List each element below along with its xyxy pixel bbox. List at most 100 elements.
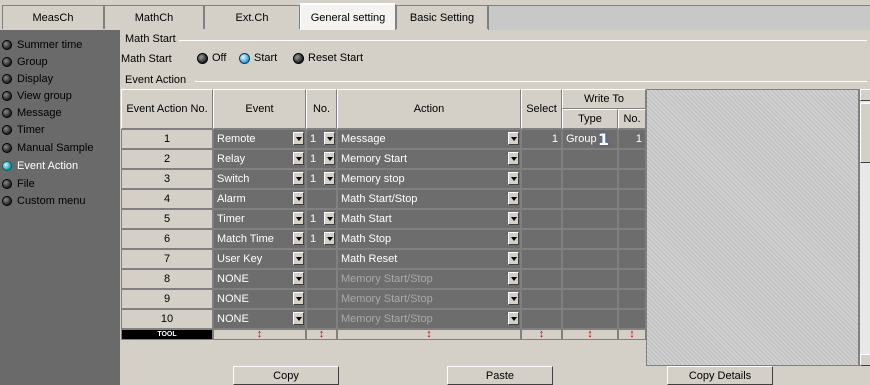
cell-num[interactable] bbox=[306, 289, 337, 309]
cell-type[interactable] bbox=[562, 249, 618, 269]
cell-event[interactable]: NONE bbox=[213, 289, 306, 309]
tab-basic-setting[interactable]: Basic Setting bbox=[396, 5, 488, 29]
cell-num[interactable] bbox=[306, 249, 337, 269]
sidebar-item-view-group[interactable]: View group bbox=[2, 88, 72, 104]
sidebar-item-file[interactable]: File bbox=[2, 176, 35, 192]
cell-num[interactable]: 1 bbox=[306, 169, 337, 189]
cell-type[interactable] bbox=[562, 309, 618, 329]
cell-wno[interactable] bbox=[618, 149, 646, 169]
cell-action[interactable]: Memory stop bbox=[337, 169, 521, 189]
dropdown-arrow-icon[interactable] bbox=[324, 232, 335, 245]
cell-event[interactable]: Remote bbox=[213, 129, 306, 149]
dropdown-arrow-icon[interactable] bbox=[324, 132, 335, 145]
cell-select[interactable] bbox=[521, 209, 562, 229]
tab-extch[interactable]: Ext.Ch bbox=[204, 5, 300, 29]
cell-action[interactable]: Math Start/Stop bbox=[337, 189, 521, 209]
tool-arrow-icon[interactable]: ↕ bbox=[306, 329, 337, 340]
scroll-thumb[interactable] bbox=[860, 103, 870, 163]
dropdown-arrow-icon[interactable] bbox=[293, 292, 304, 305]
cell-action[interactable]: Math Start bbox=[337, 209, 521, 229]
dropdown-arrow-icon[interactable] bbox=[324, 212, 335, 225]
cell-num[interactable]: 1 bbox=[306, 229, 337, 249]
cell-action[interactable]: Memory Start/Stop bbox=[337, 289, 521, 309]
dropdown-arrow-icon[interactable] bbox=[508, 172, 519, 185]
sidebar-item-group[interactable]: Group bbox=[2, 54, 48, 70]
cell-type[interactable] bbox=[562, 229, 618, 249]
cell-num[interactable]: 1 bbox=[306, 129, 337, 149]
cell-wno[interactable]: 1 bbox=[618, 129, 646, 149]
cell-select[interactable] bbox=[521, 189, 562, 209]
cell-event[interactable]: Relay bbox=[213, 149, 306, 169]
cell-select[interactable] bbox=[521, 249, 562, 269]
cell-type[interactable] bbox=[562, 149, 618, 169]
tool-arrow-icon[interactable]: ↕ bbox=[521, 329, 562, 340]
tab-measch[interactable]: MeasCh bbox=[2, 5, 104, 29]
dropdown-arrow-icon[interactable] bbox=[293, 192, 304, 205]
cell-num[interactable]: 1 bbox=[306, 149, 337, 169]
cell-wno[interactable] bbox=[618, 289, 646, 309]
dropdown-arrow-icon[interactable] bbox=[293, 252, 304, 265]
sidebar-item-message[interactable]: Message bbox=[2, 105, 62, 121]
cell-select[interactable] bbox=[521, 229, 562, 249]
cell-event[interactable]: Switch bbox=[213, 169, 306, 189]
cell-num[interactable] bbox=[306, 189, 337, 209]
vertical-scrollbar[interactable] bbox=[859, 89, 870, 366]
sidebar-item-manual-sample[interactable]: Manual Sample bbox=[2, 140, 93, 156]
cell-select[interactable] bbox=[521, 309, 562, 329]
cell-action[interactable]: Memory Start/Stop bbox=[337, 309, 521, 329]
cell-type[interactable]: Group 1 bbox=[562, 129, 618, 149]
cell-wno[interactable] bbox=[618, 309, 646, 329]
cell-event[interactable]: Timer bbox=[213, 209, 306, 229]
cell-select[interactable] bbox=[521, 269, 562, 289]
dropdown-arrow-icon[interactable] bbox=[508, 212, 519, 225]
sidebar-item-timer[interactable]: Timer bbox=[2, 122, 45, 138]
dropdown-arrow-icon[interactable] bbox=[508, 252, 519, 265]
dropdown-arrow-icon[interactable] bbox=[324, 152, 335, 165]
dropdown-arrow-icon[interactable] bbox=[293, 172, 304, 185]
dropdown-arrow-icon[interactable] bbox=[508, 132, 519, 145]
cell-select[interactable] bbox=[521, 149, 562, 169]
dropdown-arrow-icon[interactable] bbox=[508, 272, 519, 285]
scroll-up-icon[interactable] bbox=[860, 89, 870, 101]
cell-event[interactable]: NONE bbox=[213, 269, 306, 289]
cell-wno[interactable] bbox=[618, 249, 646, 269]
cell-event[interactable]: NONE bbox=[213, 309, 306, 329]
cell-action[interactable]: Memory Start/Stop bbox=[337, 269, 521, 289]
cell-type[interactable] bbox=[562, 169, 618, 189]
dropdown-arrow-icon[interactable] bbox=[508, 232, 519, 245]
cell-wno[interactable] bbox=[618, 229, 646, 249]
cell-type[interactable] bbox=[562, 209, 618, 229]
sidebar-item-custom-menu[interactable]: Custom menu bbox=[2, 193, 85, 209]
cell-event[interactable]: Match Time bbox=[213, 229, 306, 249]
cell-wno[interactable] bbox=[618, 189, 646, 209]
tool-arrow-icon[interactable]: ↕ bbox=[562, 329, 618, 340]
cell-wno[interactable] bbox=[618, 169, 646, 189]
dropdown-arrow-icon[interactable] bbox=[293, 232, 304, 245]
copy-button[interactable]: Copy bbox=[233, 366, 339, 385]
cell-select[interactable] bbox=[521, 289, 562, 309]
cell-action[interactable]: Math Reset bbox=[337, 249, 521, 269]
sidebar-item-event-action[interactable]: Event Action bbox=[2, 158, 78, 174]
cell-wno[interactable] bbox=[618, 269, 646, 289]
tool-arrow-icon[interactable]: ↕ bbox=[213, 329, 306, 340]
cell-num[interactable] bbox=[306, 269, 337, 289]
cell-num[interactable]: 1 bbox=[306, 209, 337, 229]
dropdown-arrow-icon[interactable] bbox=[508, 312, 519, 325]
cell-event[interactable]: User Key bbox=[213, 249, 306, 269]
cell-num[interactable] bbox=[306, 309, 337, 329]
cell-select[interactable]: 1 bbox=[521, 129, 562, 149]
cell-action[interactable]: Math Stop bbox=[337, 229, 521, 249]
tab-mathch[interactable]: MathCh bbox=[104, 5, 204, 29]
sidebar-item-summer-time[interactable]: Summer time bbox=[2, 37, 82, 53]
cell-type[interactable] bbox=[562, 289, 618, 309]
cell-type[interactable] bbox=[562, 269, 618, 289]
dropdown-arrow-icon[interactable] bbox=[293, 272, 304, 285]
copy-details-button[interactable]: Copy Details bbox=[667, 366, 773, 385]
cell-wno[interactable] bbox=[618, 209, 646, 229]
cell-type[interactable] bbox=[562, 189, 618, 209]
dropdown-arrow-icon[interactable] bbox=[293, 152, 304, 165]
sidebar-item-display[interactable]: Display bbox=[2, 71, 53, 87]
cell-event[interactable]: Alarm bbox=[213, 189, 306, 209]
dropdown-arrow-icon[interactable] bbox=[508, 292, 519, 305]
cell-select[interactable] bbox=[521, 169, 562, 189]
